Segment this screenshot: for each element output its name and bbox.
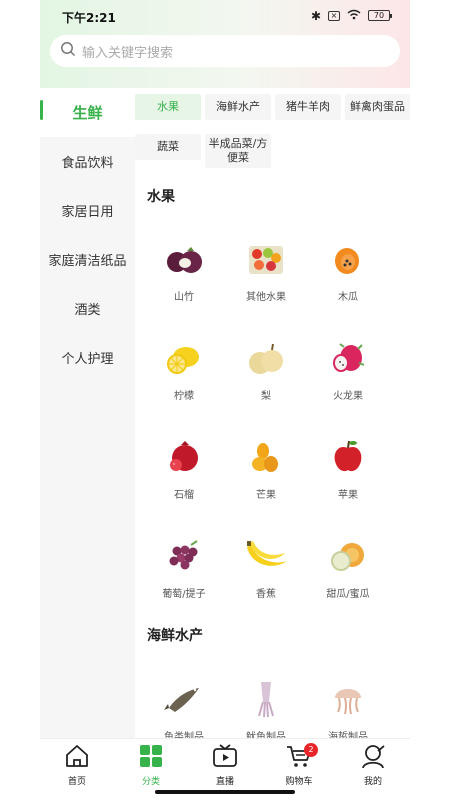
grid-item-banana[interactable]: 香蕉 xyxy=(225,533,307,600)
melon-icon xyxy=(325,533,371,579)
subtab-vegetables[interactable]: 蔬菜 xyxy=(135,134,201,160)
sidebar-item-food-drinks[interactable]: 食品饮料 xyxy=(40,137,135,186)
grid-item-label: 葡萄/提子 xyxy=(162,589,206,600)
grid-item-label: 香蕉 xyxy=(256,589,276,600)
tab-cart[interactable]: 2 购物车 xyxy=(262,743,336,787)
grid-item-pear[interactable]: 梨 xyxy=(225,335,307,402)
grid-item-grapes[interactable]: 葡萄/提子 xyxy=(143,533,225,600)
section-title-seafood: 海鲜水产 xyxy=(147,628,203,644)
status-bar: 下午2:21 ✱ × 70 xyxy=(40,0,410,32)
subtab-fruit[interactable]: 水果 xyxy=(135,94,201,120)
grid-item-mangosteen[interactable]: 山竹 xyxy=(143,236,225,303)
tab-label: 分类 xyxy=(141,777,160,787)
grid-item-label: 鱼类制品 xyxy=(164,732,204,738)
grid-item-squid-products[interactable]: 鱿鱼制品 xyxy=(225,676,307,738)
bluetooth-icon: ✱ xyxy=(310,8,321,23)
grid-item-label: 海蜇制品 xyxy=(328,732,368,738)
search-icon xyxy=(60,41,76,61)
grapes-icon xyxy=(161,533,207,579)
squid-icon xyxy=(243,676,289,722)
pomegranate-icon xyxy=(161,434,207,480)
section-title-fruit: 水果 xyxy=(147,189,175,205)
tab-category[interactable]: 分类 xyxy=(114,743,188,787)
cart-icon xyxy=(286,746,312,773)
sidebar-item-label: 生鲜 xyxy=(72,104,103,122)
jellyfish-icon xyxy=(325,676,371,722)
subtab-poultry-eggs[interactable]: 鲜禽肉蛋品 xyxy=(345,94,410,120)
sidebar-item-personal-care[interactable]: 个人护理 xyxy=(40,333,135,382)
grid-item-dragon-fruit[interactable]: 火龙果 xyxy=(307,335,389,402)
sidebar-item-household[interactable]: 家居日用 xyxy=(40,186,135,235)
tab-label: 直播 xyxy=(215,777,234,787)
grid-item-label: 梨 xyxy=(261,391,271,402)
grid-item-label: 其他水果 xyxy=(246,292,286,303)
status-time: 下午2:21 xyxy=(62,11,116,25)
sidebar-item-label: 家庭清洁纸品 xyxy=(48,254,127,269)
fish-icon xyxy=(161,676,207,722)
sidebar-item-fresh[interactable]: 生鲜 xyxy=(40,88,135,137)
wifi-icon xyxy=(347,9,361,22)
subtab-prepared-food[interactable]: 半成品菜/方便菜 xyxy=(205,134,271,168)
tab-label: 购物车 xyxy=(285,777,313,787)
tab-profile[interactable]: 我的 xyxy=(336,743,410,787)
status-icons: ✱ × 70 xyxy=(310,8,392,23)
search-placeholder: 输入关键字搜索 xyxy=(82,45,174,61)
grid-item-label: 木瓜 xyxy=(338,292,358,303)
grid-item-other-fruit[interactable]: 其他水果 xyxy=(225,236,307,303)
grid-item-label: 石榴 xyxy=(174,490,194,501)
grid-item-label: 芒果 xyxy=(256,490,276,501)
sidebar-item-cleaning-paper[interactable]: 家庭清洁纸品 xyxy=(40,235,135,284)
cart-badge: 2 xyxy=(304,743,318,757)
tab-label: 我的 xyxy=(363,777,382,787)
grid-item-jellyfish-products[interactable]: 海蜇制品 xyxy=(307,676,389,738)
sim-icon: × xyxy=(328,10,340,21)
tab-home[interactable]: 首页 xyxy=(40,743,114,787)
category-icon xyxy=(138,745,164,773)
app-screen: 下午2:21 ✱ × 70 输入关键字搜索 生鲜 食品饮料 家居日用 家庭清洁纸… xyxy=(40,0,410,800)
grid-item-mango[interactable]: 芒果 xyxy=(225,434,307,501)
papaya-icon xyxy=(325,236,371,282)
grid-item-pomegranate[interactable]: 石榴 xyxy=(143,434,225,501)
live-icon xyxy=(212,744,238,773)
banana-icon xyxy=(243,533,289,579)
grid-item-melon[interactable]: 甜瓜/蜜瓜 xyxy=(307,533,389,600)
grid-item-label: 柠檬 xyxy=(174,391,194,402)
grid-item-lemon[interactable]: 柠檬 xyxy=(143,335,225,402)
grid-item-label: 苹果 xyxy=(338,490,358,501)
battery-icon: 70 xyxy=(368,10,392,21)
grid-item-papaya[interactable]: 木瓜 xyxy=(307,236,389,303)
sidebar-item-label: 家居日用 xyxy=(61,205,114,220)
mangosteen-icon xyxy=(161,236,207,282)
category-content: 水果 海鲜水产 猪牛羊肉 鲜禽肉蛋品 蔬菜 半成品菜/方便菜 水果 山竹 其他水… xyxy=(135,88,410,738)
home-icon xyxy=(64,745,90,773)
lemon-icon xyxy=(161,335,207,381)
grid-item-label: 鱿鱼制品 xyxy=(246,732,286,738)
sidebar-item-alcohol[interactable]: 酒类 xyxy=(40,284,135,333)
grid-item-label: 山竹 xyxy=(174,292,194,303)
apple-icon xyxy=(325,434,371,480)
grid-item-label: 甜瓜/蜜瓜 xyxy=(326,589,370,600)
sidebar-item-label: 个人护理 xyxy=(61,352,114,367)
grid-item-apple[interactable]: 苹果 xyxy=(307,434,389,501)
subtab-seafood[interactable]: 海鲜水产 xyxy=(205,94,271,120)
dragon-fruit-icon xyxy=(325,335,371,381)
subtab-meat[interactable]: 猪牛羊肉 xyxy=(275,94,341,120)
category-sidebar: 生鲜 食品饮料 家居日用 家庭清洁纸品 酒类 个人护理 xyxy=(40,88,135,738)
tab-label: 首页 xyxy=(67,777,86,787)
sidebar-item-label: 食品饮料 xyxy=(61,156,114,171)
mango-icon xyxy=(243,434,289,480)
profile-icon xyxy=(360,745,386,773)
grid-item-label: 火龙果 xyxy=(333,391,363,402)
fruit-platter-icon xyxy=(243,236,289,282)
sidebar-item-label: 酒类 xyxy=(74,303,101,318)
grid-item-fish-products[interactable]: 鱼类制品 xyxy=(143,676,225,738)
home-indicator xyxy=(155,790,295,794)
pear-icon xyxy=(243,335,289,381)
search-input[interactable]: 输入关键字搜索 xyxy=(50,35,400,67)
tab-live[interactable]: 直播 xyxy=(188,743,262,787)
